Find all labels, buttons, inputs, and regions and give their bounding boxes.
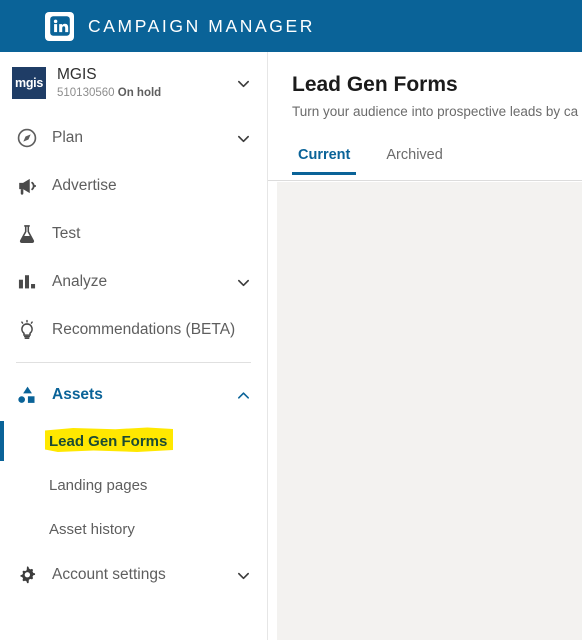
sidebar: mgis MGIS 510130560 On hold Plan Adverti… <box>0 52 268 640</box>
sidebar-item-assets[interactable]: Assets <box>0 371 267 419</box>
account-logo-text: mgis <box>15 75 43 90</box>
chevron-down-icon[interactable] <box>233 272 253 292</box>
account-text-group: MGIS 510130560 On hold <box>57 65 161 100</box>
sidebar-divider <box>16 362 251 363</box>
forms-list-area <box>277 182 582 640</box>
campaign-manager-app: CAMPAIGN MANAGER mgis MGIS 510130560 On … <box>0 0 582 640</box>
tab-bar: Current Archived <box>268 145 582 182</box>
sidebar-item-landing-pages[interactable]: Landing pages <box>0 463 267 507</box>
compass-icon <box>14 125 40 151</box>
bar-chart-icon <box>14 269 40 295</box>
page-title: Lead Gen Forms <box>292 73 458 96</box>
lightbulb-icon <box>14 317 40 343</box>
megaphone-icon <box>14 173 40 199</box>
gear-icon <box>14 562 40 588</box>
linkedin-logo-icon[interactable] <box>45 11 74 41</box>
account-logo: mgis <box>12 67 46 99</box>
top-header-bar: CAMPAIGN MANAGER <box>0 0 582 52</box>
sidebar-item-label: Asset history <box>49 520 135 538</box>
sidebar-item-account-settings[interactable]: Account settings <box>0 551 267 599</box>
main-content: Lead Gen Forms Turn your audience into p… <box>268 52 582 640</box>
sidebar-item-recommendations[interactable]: Recommendations (BETA) <box>0 306 267 354</box>
sidebar-item-test[interactable]: Test <box>0 210 267 258</box>
account-id: 510130560 <box>57 86 115 99</box>
chevron-down-icon[interactable] <box>233 565 253 585</box>
chevron-down-icon[interactable] <box>233 73 253 93</box>
sidebar-item-label: Test <box>52 225 81 242</box>
flask-icon <box>14 221 40 247</box>
tab-archived[interactable]: Archived <box>380 145 448 175</box>
account-meta: 510130560 On hold <box>57 86 161 101</box>
sidebar-item-lead-gen-forms[interactable]: Lead Gen Forms <box>0 419 267 463</box>
chevron-down-icon[interactable] <box>233 128 253 148</box>
sidebar-item-advertise[interactable]: Advertise <box>0 162 267 210</box>
account-status: On hold <box>117 86 162 99</box>
sidebar-item-asset-history[interactable]: Asset history <box>0 507 267 551</box>
account-name: MGIS <box>57 66 97 84</box>
sidebar-item-label: Account settings <box>52 566 166 583</box>
sidebar-item-plan[interactable]: Plan <box>0 114 267 162</box>
sidebar-item-analyze[interactable]: Analyze <box>0 258 267 306</box>
brand-title: CAMPAIGN MANAGER <box>88 15 315 36</box>
sidebar-item-label: Analyze <box>52 273 108 290</box>
sidebar-item-label: Landing pages <box>49 476 148 494</box>
sidebar-item-label: Advertise <box>52 177 117 194</box>
sidebar-item-label: Plan <box>52 129 84 146</box>
shapes-icon <box>14 382 40 408</box>
sidebar-item-label: Assets <box>52 386 103 403</box>
sidebar-item-label: Lead Gen Forms <box>49 432 168 450</box>
account-selector[interactable]: mgis MGIS 510130560 On hold <box>0 52 267 114</box>
sidebar-item-label: Recommendations (BETA) <box>52 321 236 338</box>
chevron-up-icon[interactable] <box>233 385 253 405</box>
page-subtitle: Turn your audience into prospective lead… <box>292 104 579 120</box>
tab-current[interactable]: Current <box>292 145 357 176</box>
page-header: Lead Gen Forms Turn your audience into p… <box>268 52 582 122</box>
